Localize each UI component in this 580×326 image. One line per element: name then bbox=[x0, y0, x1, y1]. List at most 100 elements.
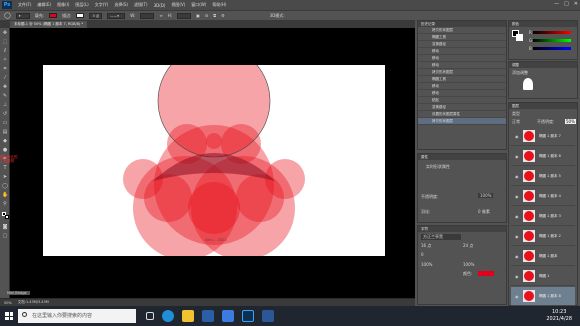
gear-icon[interactable]: ⚙ bbox=[221, 13, 225, 18]
properties-feather-value[interactable]: 0 像素 bbox=[478, 209, 490, 215]
eye-icon[interactable]: ◉ bbox=[515, 254, 519, 259]
history-item[interactable]: 椭圆工具 bbox=[418, 34, 506, 41]
layer-row[interactable]: ◉ 椭圆 1 副本 6 bbox=[511, 147, 575, 166]
history-item[interactable]: 移动 bbox=[418, 48, 506, 55]
link-icon[interactable]: ∞ bbox=[159, 13, 162, 18]
ellipse-tool-icon[interactable]: ◯ bbox=[4, 12, 11, 19]
menu-type[interactable]: 文字(Y) bbox=[95, 2, 109, 8]
path-align-icon[interactable]: ⊟ bbox=[205, 13, 208, 18]
eye-icon[interactable]: ◉ bbox=[515, 194, 519, 199]
background-color-swatch[interactable] bbox=[5, 215, 9, 219]
layer-row[interactable]: ◉ 椭圆 1 bbox=[511, 267, 575, 286]
font-size-field[interactable]: 16 点 bbox=[421, 243, 431, 249]
gradient-tool-icon[interactable]: ▤ bbox=[2, 129, 8, 135]
history-item[interactable]: 移动 bbox=[418, 55, 506, 62]
menu-filter[interactable]: 滤镜(T) bbox=[134, 2, 148, 8]
eye-icon[interactable]: ◉ bbox=[515, 174, 519, 179]
height-field[interactable] bbox=[177, 12, 192, 19]
eye-icon[interactable]: ◉ bbox=[515, 154, 519, 159]
task-view-icon[interactable] bbox=[146, 312, 154, 320]
layer-row[interactable]: ◉ 椭圆 1 副本 bbox=[511, 247, 575, 266]
layer-opacity-value[interactable]: 50% bbox=[565, 119, 576, 124]
taskbar-search-box[interactable]: 在这里输入你要搜索的内容 bbox=[18, 309, 136, 323]
minimize-icon[interactable]: — bbox=[554, 1, 559, 7]
document-tab[interactable]: 未标题-1 @ 50% (椭圆 1 副本 7, RGB/8) * bbox=[10, 21, 88, 28]
scale-h-field[interactable]: 100% bbox=[463, 262, 474, 267]
tracking-field[interactable]: 0 bbox=[421, 252, 424, 257]
maximize-icon[interactable]: □ bbox=[564, 1, 569, 7]
blend-mode-select[interactable]: 正常 bbox=[512, 119, 520, 125]
eye-icon[interactable]: ◉ bbox=[515, 234, 519, 239]
history-item[interactable]: 变换路径 bbox=[418, 104, 506, 111]
history-item[interactable]: 椭圆工具 bbox=[418, 76, 506, 83]
menu-3d[interactable]: 3D(D) bbox=[154, 3, 166, 8]
history-item-selected[interactable]: 拷贝形状图层 bbox=[418, 118, 506, 125]
healing-brush-icon[interactable]: ✚ bbox=[2, 84, 8, 90]
b-slider[interactable] bbox=[533, 47, 571, 50]
zoom-level[interactable]: 50% bbox=[4, 301, 12, 305]
stroke-size-field[interactable]: 3 点 bbox=[89, 12, 103, 19]
history-item[interactable]: 拷贝形状图层 bbox=[418, 69, 506, 76]
scale-v-field[interactable]: 100% bbox=[421, 262, 432, 267]
quick-mask-icon[interactable]: ◙ bbox=[2, 224, 8, 230]
marquee-tool-icon[interactable]: ⬚ bbox=[2, 39, 8, 45]
eye-icon[interactable]: ◉ bbox=[515, 294, 519, 299]
shape-tool-icon[interactable]: ◯ bbox=[2, 183, 8, 189]
r-slider[interactable] bbox=[533, 31, 571, 34]
screen-mode-icon[interactable]: ▢ bbox=[2, 233, 8, 239]
text-color-swatch[interactable] bbox=[478, 271, 494, 276]
properties-panel-title[interactable]: 属性 bbox=[418, 154, 506, 160]
layer-row[interactable]: ◉ 椭圆 1 副本 7 bbox=[511, 127, 575, 146]
shape-mode-select[interactable]: ▾ bbox=[15, 12, 30, 19]
eyedropper-icon[interactable]: ⁄ bbox=[2, 75, 8, 81]
adjust-icon-grid[interactable] bbox=[523, 78, 533, 90]
layers-panel-title[interactable]: 图层 bbox=[509, 103, 577, 109]
mail-icon[interactable] bbox=[222, 310, 234, 322]
stroke-color-swatch[interactable] bbox=[76, 13, 85, 18]
menu-file[interactable]: 文件(F) bbox=[18, 2, 31, 8]
history-brush-icon[interactable]: ↺ bbox=[2, 111, 8, 117]
menu-help[interactable]: 帮助(H) bbox=[212, 2, 226, 8]
menu-edit[interactable]: 编辑(E) bbox=[37, 2, 51, 8]
color-bg-swatch[interactable] bbox=[516, 34, 523, 41]
g-slider[interactable] bbox=[533, 39, 571, 42]
store-icon[interactable] bbox=[202, 310, 214, 322]
layer-row[interactable]: ◉ 椭圆 1 副本 5 bbox=[511, 167, 575, 186]
photoshop-taskbar-icon[interactable] bbox=[242, 310, 254, 322]
leading-field[interactable]: 24 点 bbox=[463, 243, 473, 249]
history-item[interactable]: 设置形状图层属性 bbox=[418, 111, 506, 118]
properties-opacity-value[interactable]: 100% bbox=[478, 193, 494, 198]
path-select-icon[interactable]: ➤ bbox=[2, 174, 8, 180]
history-item[interactable]: 变换路径 bbox=[418, 41, 506, 48]
character-panel-title[interactable]: 字符 bbox=[418, 226, 506, 232]
lasso-tool-icon[interactable]: ℓ bbox=[2, 48, 8, 54]
edge-icon[interactable] bbox=[162, 310, 174, 322]
hand-tool-icon[interactable]: ✋ bbox=[2, 192, 8, 198]
start-button[interactable] bbox=[0, 306, 18, 326]
brush-tool-icon[interactable]: ✎ bbox=[2, 93, 8, 99]
layer-row[interactable]: ◉ 椭圆 1 副本 2 bbox=[511, 227, 575, 246]
path-ops-icon[interactable]: ▣ bbox=[196, 13, 200, 18]
dodge-tool-icon[interactable]: ● bbox=[2, 147, 8, 153]
eye-icon[interactable]: ◉ bbox=[515, 274, 519, 279]
crop-tool-icon[interactable]: ⌗ bbox=[2, 66, 8, 72]
menu-view[interactable]: 视图(V) bbox=[171, 2, 185, 8]
close-icon[interactable]: ✕ bbox=[574, 1, 578, 7]
font-family-select[interactable]: 方正兰亭黑 bbox=[421, 234, 461, 240]
menu-layer[interactable]: 图层(L) bbox=[75, 2, 88, 8]
document-canvas[interactable]: Qin J... 2021 bbox=[43, 44, 385, 260]
history-item[interactable]: 拷贝形状图层 bbox=[418, 27, 506, 34]
history-item[interactable]: 移动 bbox=[418, 90, 506, 97]
layer-row-selected[interactable]: ◉ 椭圆 1 副本 8 bbox=[511, 287, 575, 306]
blur-tool-icon[interactable]: ◆ bbox=[2, 138, 8, 144]
layer-row[interactable]: ◉ 椭圆 1 副本 4 bbox=[511, 187, 575, 206]
stamp-tool-icon[interactable]: ⊥ bbox=[2, 102, 8, 108]
menu-select[interactable]: 选择(S) bbox=[114, 2, 128, 8]
circle-artwork[interactable]: Qin J... 2021 bbox=[43, 44, 385, 260]
adjustments-panel-title[interactable]: 调整 bbox=[509, 62, 577, 68]
menu-window[interactable]: 窗口(W) bbox=[191, 2, 206, 8]
history-item[interactable]: 移动 bbox=[418, 83, 506, 90]
word-icon[interactable] bbox=[262, 310, 274, 322]
fill-color-swatch[interactable] bbox=[49, 13, 58, 18]
history-item[interactable]: 粘贴 bbox=[418, 97, 506, 104]
